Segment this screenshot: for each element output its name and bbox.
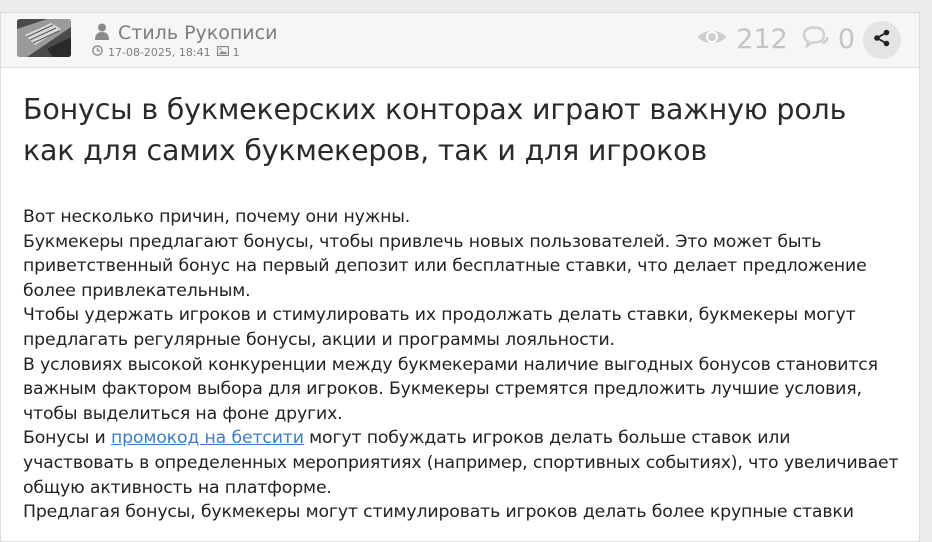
paragraph-text: Бонусы и <box>23 428 111 449</box>
image-icon <box>216 45 229 59</box>
clock-icon <box>92 45 103 59</box>
comment-icon <box>802 26 830 52</box>
post-stats: 212 0 <box>697 23 855 55</box>
paragraph: В условиях высокой конкуренции между бук… <box>23 354 878 424</box>
author-avatar[interactable] <box>17 19 71 57</box>
eye-icon <box>697 27 727 51</box>
article-header: Стиль Рукописи 17-08-2025, 18:41 1 212 0 <box>1 13 919 68</box>
share-icon <box>873 29 891 51</box>
paragraph: Предлагая бонусы, букмекеры могут стимул… <box>23 502 854 523</box>
paragraph: Чтобы удержать игроков и стимулировать и… <box>23 305 856 350</box>
article-card: Стиль Рукописи 17-08-2025, 18:41 1 212 0… <box>0 12 920 542</box>
comments-count[interactable]: 0 <box>838 24 855 55</box>
author-name[interactable]: Стиль Рукописи <box>118 22 277 44</box>
promo-code-link[interactable]: промокод на бетсити <box>111 428 304 448</box>
author-row: Стиль Рукописи <box>95 22 277 44</box>
views-count: 212 <box>736 23 788 55</box>
paragraph: Букмекеры предлагают бонусы, чтобы привл… <box>23 231 867 301</box>
paragraph: Бонусы и промокод на бетсити могут побуж… <box>23 426 903 500</box>
paragraph: Вот несколько причин, почему они нужны. <box>23 207 411 227</box>
article-title: Бонусы в букмекерских конторах играют ва… <box>23 93 847 167</box>
post-datetime: 17-08-2025, 18:41 <box>108 45 211 59</box>
post-meta: 17-08-2025, 18:41 1 <box>92 45 240 59</box>
user-icon <box>95 23 109 44</box>
share-button[interactable] <box>863 21 901 59</box>
image-count: 1 <box>232 45 240 59</box>
article-body: Вот несколько причин, почему они нужны. … <box>23 205 903 525</box>
